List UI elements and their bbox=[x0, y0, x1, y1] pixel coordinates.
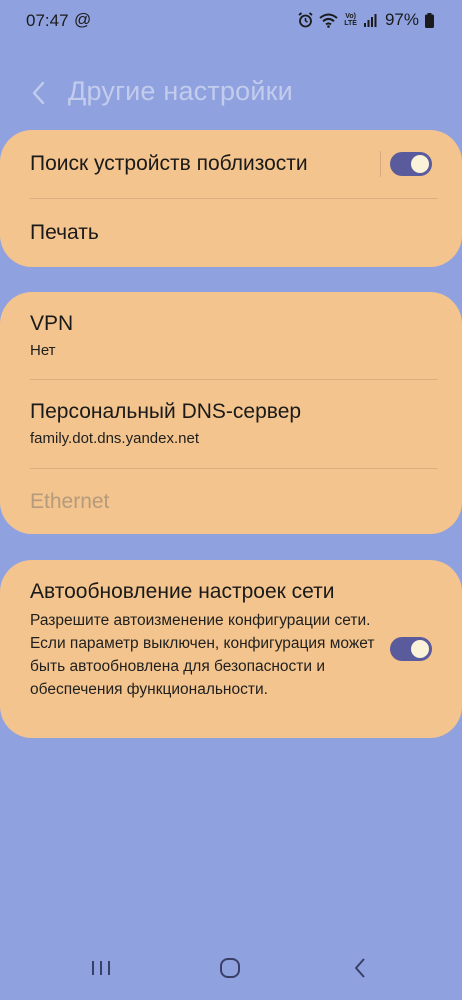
vpn-title: VPN bbox=[30, 312, 74, 335]
private-dns-value: family.dot.dns.yandex.net bbox=[30, 430, 199, 447]
status-time: 07:47 bbox=[26, 11, 69, 30]
card-nearby-print: Поиск устройств поблизости Печать bbox=[0, 130, 462, 267]
toggle-knob bbox=[411, 640, 429, 658]
navigation-bar bbox=[0, 940, 462, 1000]
print-row[interactable]: Печать bbox=[30, 221, 438, 245]
status-bar: 07:47 @ Vo) LTE 97% bbox=[0, 0, 462, 42]
auto-update-row[interactable]: Автообновление настроек сети Разрешите а… bbox=[30, 580, 438, 701]
alarm-icon bbox=[298, 12, 313, 28]
divider bbox=[30, 198, 438, 199]
toggle-knob bbox=[411, 155, 429, 173]
recents-icon[interactable] bbox=[90, 958, 112, 983]
divider bbox=[30, 468, 438, 469]
private-dns-title: Персональный DNS-сервер bbox=[30, 400, 302, 423]
vpn-value: Нет bbox=[30, 342, 56, 359]
header: Другие настройки bbox=[0, 72, 462, 114]
nearby-devices-title: Поиск устройств поблизости bbox=[30, 152, 308, 175]
back-button[interactable] bbox=[24, 78, 52, 108]
toggle-separator bbox=[380, 151, 381, 177]
divider bbox=[30, 379, 438, 380]
card-network: VPN Нет Персональный DNS-сервер family.d… bbox=[0, 292, 462, 534]
auto-update-title: Автообновление настроек сети bbox=[30, 580, 335, 603]
wifi-icon bbox=[319, 13, 338, 28]
auto-update-toggle[interactable] bbox=[390, 637, 432, 661]
private-dns-row[interactable]: Персональный DNS-сервер family.dot.dns.y… bbox=[30, 400, 438, 447]
home-icon[interactable] bbox=[219, 957, 241, 984]
volte-icon: Vo) LTE bbox=[344, 13, 357, 27]
print-title: Печать bbox=[30, 221, 99, 244]
nearby-devices-toggle[interactable] bbox=[390, 152, 432, 176]
status-icons: Vo) LTE 97% bbox=[298, 10, 434, 30]
ethernet-title: Ethernet bbox=[30, 490, 110, 513]
ethernet-row: Ethernet bbox=[30, 490, 438, 514]
battery-icon bbox=[425, 12, 434, 28]
chevron-left-icon bbox=[32, 81, 45, 105]
vpn-row[interactable]: VPN Нет bbox=[30, 312, 438, 359]
nearby-devices-row[interactable]: Поиск устройств поблизости bbox=[30, 152, 438, 176]
signal-icon bbox=[363, 13, 377, 27]
back-icon[interactable] bbox=[353, 957, 367, 984]
card-auto-update: Автообновление настроек сети Разрешите а… bbox=[0, 560, 462, 738]
auto-update-description: Разрешите автоизменение конфигурации сет… bbox=[30, 612, 375, 698]
page-title: Другие настройки bbox=[68, 76, 293, 106]
at-icon: @ bbox=[74, 10, 92, 29]
battery-percent: 97% bbox=[384, 10, 419, 29]
